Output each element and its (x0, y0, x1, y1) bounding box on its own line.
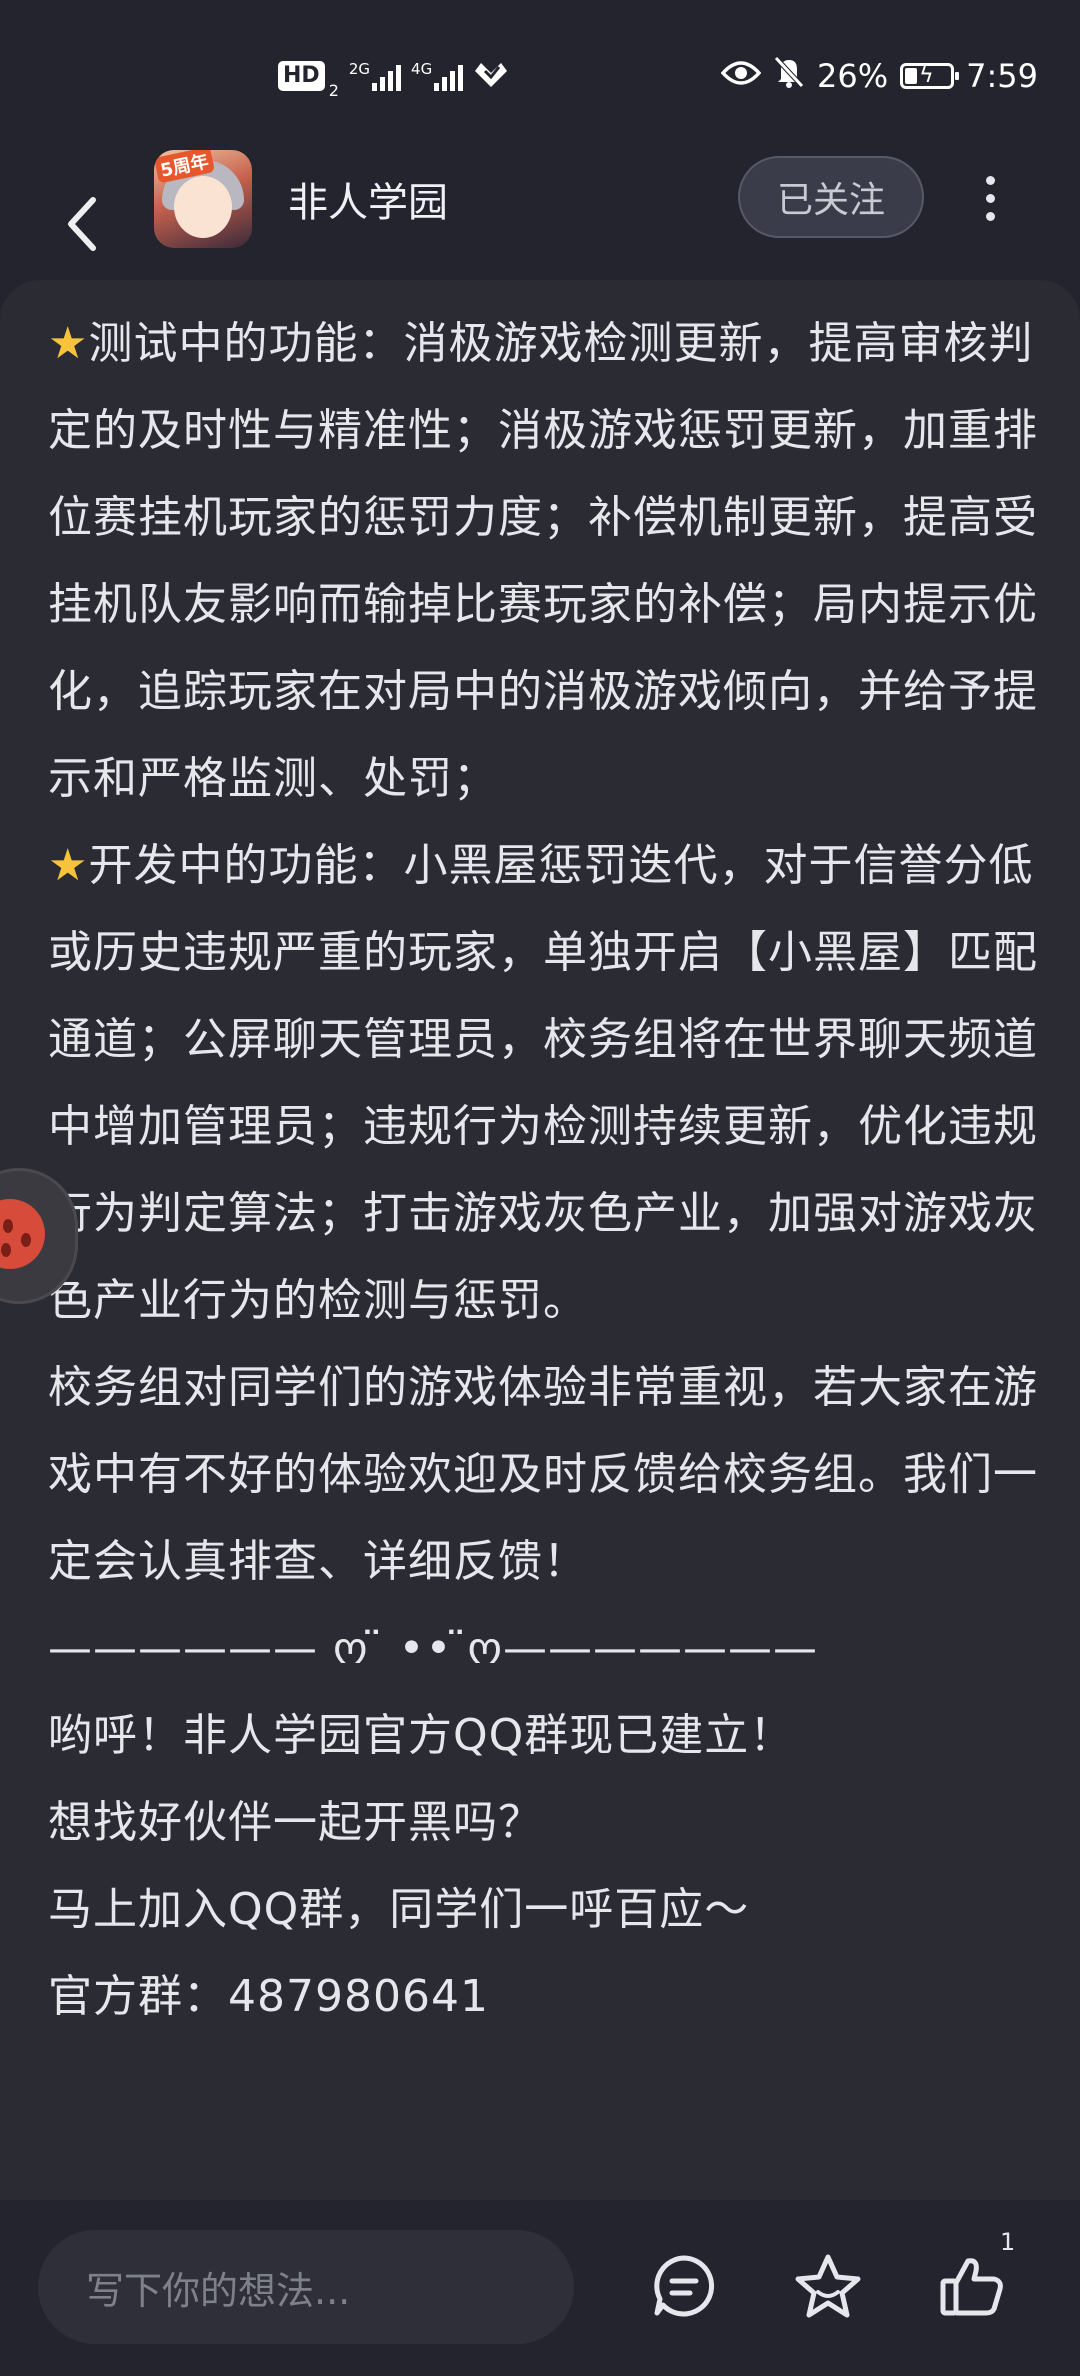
follow-button[interactable]: 已关注 (738, 156, 924, 238)
back-button[interactable] (52, 174, 112, 274)
paragraph-join: 马上加入QQ群，同学们一呼百应～ (48, 1884, 750, 1935)
star-emoji-icon: ★ (48, 840, 89, 891)
eye-icon (720, 57, 762, 95)
thumbs-up-icon (940, 2258, 1003, 2316)
paragraph-team-up: 想找好伙伴一起开黑吗？ (48, 1797, 543, 1848)
sim2-signal-icon: 4G (411, 60, 464, 91)
divider-line: —————— ო ̈ •• ̈ო——————— (48, 1623, 819, 1674)
more-options-button[interactable] (970, 166, 1010, 230)
comment-icon (654, 2255, 715, 2317)
status-left: HD 2 2G 4G (278, 52, 509, 100)
account-name[interactable]: 非人学园 (288, 170, 448, 228)
sim2-label: 4G (411, 60, 433, 78)
chevron-left-icon (68, 197, 96, 251)
sim1-signal-icon: 2G (348, 60, 402, 91)
post-content: ★测试中的功能：消极游戏检测更新，提高审核判定的及时性与精准性；消极游戏惩罚更新… (48, 300, 1038, 2040)
star-emoji-icon: ★ (48, 318, 89, 369)
paragraph-testing-features: ★测试中的功能：消极游戏检测更新，提高审核判定的及时性与精准性；消极游戏惩罚更新… (48, 318, 1038, 804)
more-dot (985, 193, 995, 203)
paragraph-dev-features: ★开发中的功能：小黑屋惩罚迭代，对于信誉分低或历史违规严重的玩家，单独开启【小黑… (48, 840, 1038, 1326)
status-right: 26% ϟ 7:59 (720, 52, 1038, 100)
paragraph-qq-group: 哟呼！非人学园官方QQ群现已建立！ (48, 1710, 795, 1761)
favorite-button[interactable] (790, 2248, 866, 2324)
clock: 7:59 (966, 57, 1038, 95)
battery-icon: ϟ (900, 63, 960, 89)
avatar[interactable]: 5周年 (154, 150, 252, 248)
bottom-bar: 写下你的想法... 1 (0, 2200, 1080, 2376)
screen: HD 2 2G 4G 26% ϟ 7:59 5周年 非人学园 已关注 ★测试中的… (0, 0, 1080, 2376)
hd-badge: HD (278, 61, 325, 91)
comment-placeholder: 写下你的想法... (86, 2268, 351, 2313)
more-dot (985, 211, 995, 221)
more-dot (985, 175, 995, 185)
star-icon (795, 2254, 861, 2318)
paragraph-feedback: 校务组对同学们的游戏体验非常重视，若大家在游戏中有不好的体验欢迎及时反馈给校务组… (48, 1362, 1038, 1587)
like-count: 1 (1000, 2228, 1016, 2256)
hd-sub: 2 (328, 81, 339, 100)
battery-percent: 26% (817, 57, 889, 95)
wifi-heart-icon (473, 59, 509, 93)
paragraph-group-number[interactable]: 官方群：487980641 (48, 1953, 1038, 2040)
mute-bell-icon (773, 55, 805, 97)
status-bar: HD 2 2G 4G 26% ϟ 7:59 (0, 0, 1080, 150)
sim1-label: 2G (348, 60, 371, 78)
post-card: ★测试中的功能：消极游戏检测更新，提高审核判定的及时性与精准性；消极游戏惩罚更新… (0, 280, 1080, 2200)
comment-input[interactable]: 写下你的想法... (38, 2230, 574, 2344)
comment-button[interactable] (646, 2248, 722, 2324)
like-button[interactable] (934, 2248, 1010, 2324)
header: 5周年 非人学园 已关注 (0, 150, 1080, 300)
